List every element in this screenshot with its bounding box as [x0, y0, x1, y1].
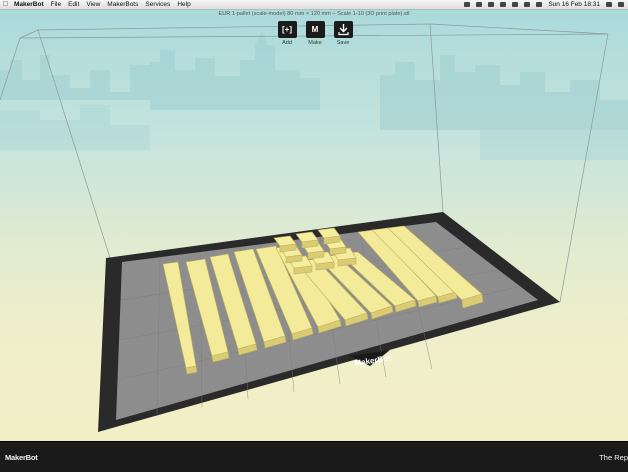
skyline-backdrop [0, 30, 628, 160]
menu-bar:  MakerBot File Edit View MakerBots Serv… [0, 0, 628, 10]
menu-services[interactable]: Services [145, 0, 170, 9]
makerbot-logo: MakerBot [5, 453, 38, 462]
status-icon[interactable] [488, 2, 495, 7]
menu-edit[interactable]: Edit [68, 0, 79, 9]
bluetooth-icon[interactable] [500, 2, 507, 7]
make-button[interactable]: M Make [305, 21, 325, 46]
add-label: Add [282, 40, 292, 46]
menu-help[interactable]: Help [177, 0, 190, 9]
notification-icon[interactable] [618, 2, 624, 7]
wifi-icon[interactable] [512, 2, 519, 7]
volume-icon[interactable] [524, 2, 531, 7]
add-button[interactable]: [+] Add [277, 21, 297, 46]
bottom-bar: MakerBot The Rep [0, 441, 628, 472]
battery-icon[interactable] [536, 2, 543, 7]
search-icon[interactable] [606, 2, 612, 7]
save-label: Save [336, 40, 350, 46]
menu-app[interactable]: MakerBot [14, 0, 44, 9]
menu-file[interactable]: File [51, 0, 61, 9]
make-label: Make [308, 40, 322, 46]
bottom-status-text: The Rep [599, 453, 628, 462]
menu-view[interactable]: View [86, 0, 100, 9]
makerbot-m-icon: M [305, 21, 325, 38]
clock[interactable]: Sun 16 Feb 18:31 [548, 0, 600, 9]
status-icon[interactable] [464, 2, 471, 7]
add-icon: [+] [277, 21, 297, 38]
status-icon[interactable] [476, 2, 483, 7]
toolbar: [+] Add M Make Save [277, 21, 353, 46]
menu-makerbots[interactable]: MakerBots [107, 0, 138, 9]
build-scene[interactable]: MakerBot [0, 0, 628, 472]
apple-icon[interactable]:  [3, 0, 8, 9]
download-icon [333, 21, 353, 38]
window-title: EUR 1-pallet (scale-model) 80 mm × 120 m… [218, 11, 410, 17]
save-button[interactable]: Save [333, 21, 353, 46]
